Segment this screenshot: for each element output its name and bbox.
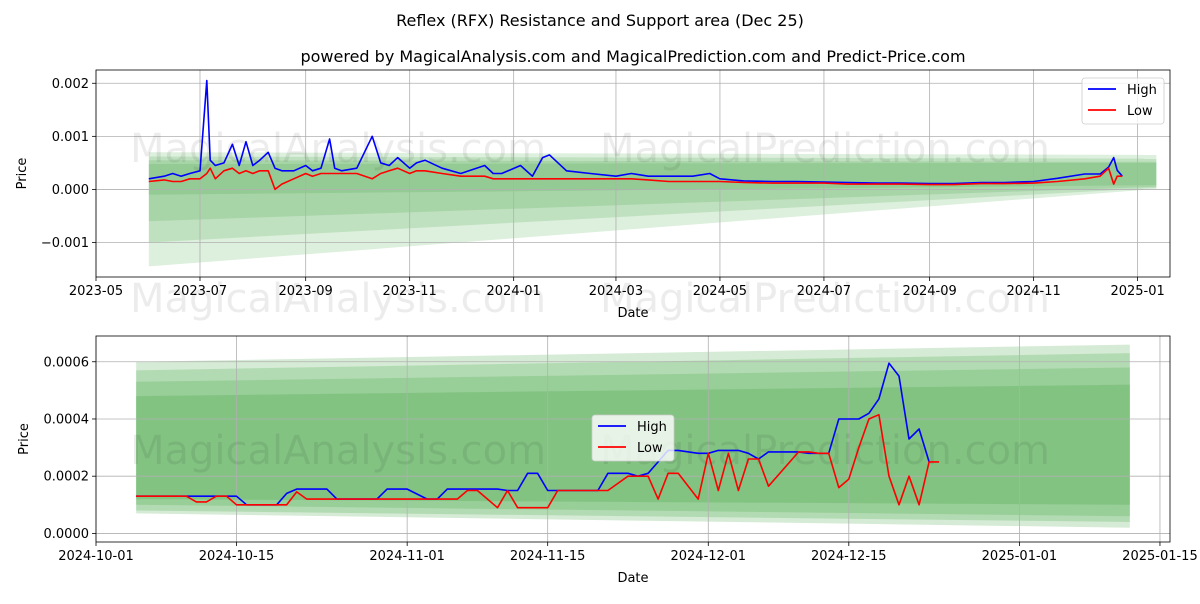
x-axis-label: Date [617,306,648,321]
top-chart: MagicalAnalysis.com MagicalPrediction.com… [15,69,1171,322]
legend: High Low [1081,77,1165,125]
y-tick-label: 0.0006 [44,355,90,370]
x-tick-label: 2024-12-15 [811,549,887,564]
watermark: MagicalAnalysis.com [130,428,546,474]
legend-label-high: High [637,420,667,435]
x-tick-label: 2023-07 [173,284,227,299]
legend: High Low [591,414,675,462]
x-tick-label: 2024-12-01 [670,549,746,564]
x-tick-label: 2024-10-01 [58,549,134,564]
watermark: MagicalPrediction.com [600,276,1050,322]
x-tick-label: 2023-05 [69,284,123,299]
bottom-chart: MagicalAnalysis.com MagicalPrediction.com… [17,335,1198,586]
legend-label-high: High [1127,83,1157,98]
y-tick-label: 0.001 [52,130,89,145]
x-tick-label: 2024-10-15 [199,549,275,564]
x-tick-label: 2024-11 [1006,284,1060,299]
watermark: MagicalPrediction.com [600,126,1050,172]
x-tick-label: 2023-11 [383,284,437,299]
x-tick-label: 2025-01 [1110,284,1164,299]
y-tick-label: 0.0004 [44,412,90,427]
figure-title: Reflex (RFX) Resistance and Support area… [396,11,804,30]
x-tick-label: 2025-01-01 [982,549,1058,564]
y-tick-label: 0.000 [52,183,89,198]
y-tick-label: 0.0002 [44,470,90,485]
figure-subtitle: powered by MagicalAnalysis.com and Magic… [300,47,965,66]
x-tick-label: 2024-05 [693,284,747,299]
y-axis-label: Price [15,158,30,190]
legend-label-low: Low [637,441,663,456]
x-axis-label: Date [617,571,648,586]
x-tick-label: 2024-03 [589,284,643,299]
y-tick-label: 0.0000 [44,527,90,542]
legend-label-low: Low [1127,104,1153,119]
x-tick-label: 2024-09 [902,284,956,299]
x-tick-label: 2024-01 [487,284,541,299]
x-tick-label: 2024-11-15 [510,549,586,564]
y-tick-label: 0.002 [52,77,89,92]
chart-figure: Reflex (RFX) Resistance and Support area… [15,11,1198,586]
x-tick-label: 2023-09 [279,284,333,299]
y-tick-label: −0.001 [41,236,89,251]
watermark: MagicalAnalysis.com [130,276,546,322]
x-tick-label: 2024-11-01 [369,549,445,564]
x-tick-label: 2024-07 [797,284,851,299]
y-axis-label: Price [17,423,32,455]
x-tick-label: 2025-01-15 [1122,549,1198,564]
